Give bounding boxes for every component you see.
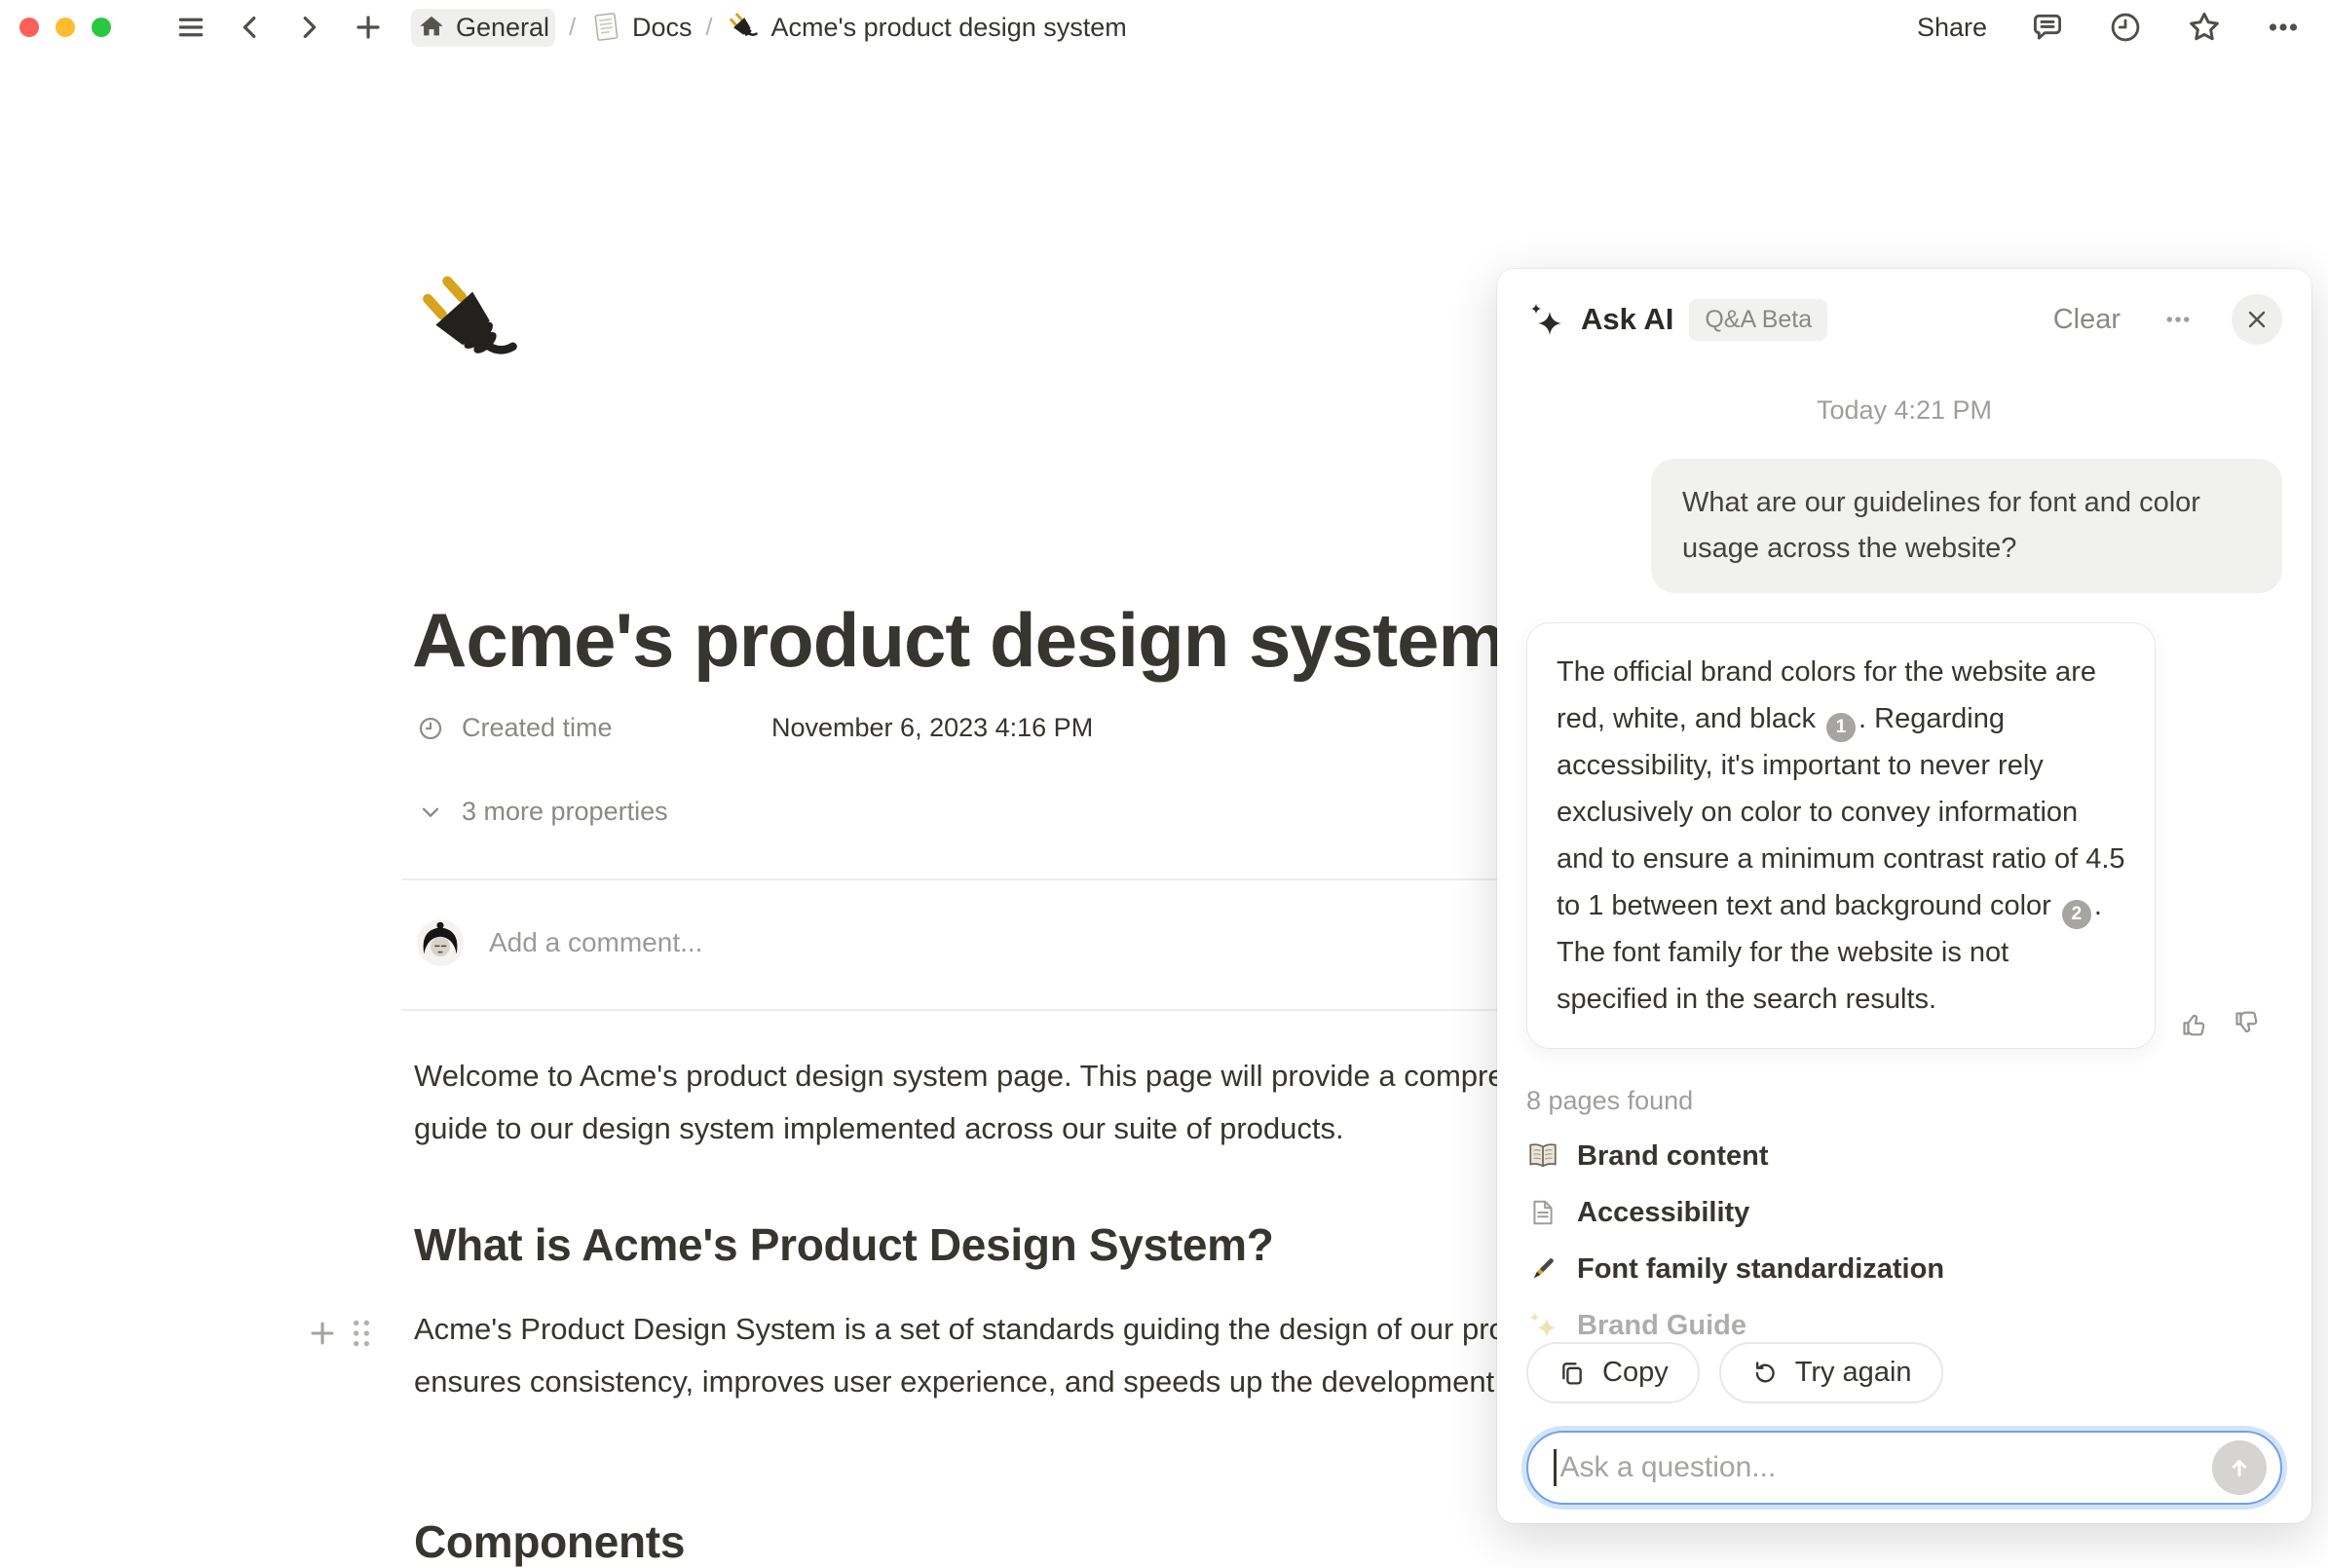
history-clock-icon[interactable] — [2108, 10, 2143, 45]
breadcrumb-separator: / — [704, 14, 715, 42]
pages-found-label: 8 pages found — [1526, 1086, 2282, 1116]
source-page-label: Brand content — [1577, 1140, 1769, 1173]
page-emoji-plug-icon[interactable] — [409, 265, 528, 384]
user-question-bubble: What are our guidelines for font and col… — [1651, 459, 2282, 593]
clock-icon — [417, 715, 444, 742]
text-caret — [1554, 1449, 1557, 1486]
what-paragraph: Acme's Product Design System is a set of… — [414, 1303, 1666, 1408]
traffic-lights — [19, 18, 111, 37]
answer-feedback — [2179, 1008, 2263, 1049]
breadcrumb-label: Acme's product design system — [770, 13, 1126, 43]
section-heading-components: Components — [414, 1515, 685, 1568]
add-comment-placeholder: Add a comment... — [489, 927, 702, 958]
chevron-down-icon — [417, 799, 444, 826]
add-block-icon[interactable] — [306, 1317, 339, 1350]
window-toolbar: General / Docs / Acme's product design s… — [0, 0, 2328, 55]
share-button[interactable]: Share — [1917, 13, 1987, 43]
source-page-label: Brand Guide — [1577, 1310, 1746, 1342]
ai-sparkle-icon — [1526, 300, 1565, 339]
more-options-icon[interactable] — [2266, 10, 2301, 45]
thumbs-down-icon[interactable] — [2232, 1008, 2263, 1039]
source-page-label: Font family standardization — [1577, 1253, 1944, 1286]
retry-icon — [1750, 1359, 1780, 1388]
more-properties-toggle[interactable]: 3 more properties — [417, 797, 668, 827]
arrow-up-icon — [2226, 1454, 2253, 1481]
document-icon — [589, 11, 622, 44]
forward-icon[interactable] — [294, 13, 323, 42]
qa-beta-badge: Q&A Beta — [1689, 299, 1827, 341]
ai-answer-bubble: The official brand colors for the websit… — [1526, 622, 2156, 1049]
property-label: Created time — [462, 713, 771, 743]
ask-question-placeholder: Ask a question... — [1560, 1451, 2213, 1484]
divider — [402, 1009, 1671, 1011]
source-page-font-family[interactable]: Font family standardization — [1526, 1252, 2282, 1286]
close-panel-button[interactable] — [2232, 294, 2282, 345]
open-book-icon — [1526, 1139, 1559, 1173]
sidebar-menu-icon[interactable] — [175, 12, 207, 43]
ask-ai-title: Ask AI — [1581, 302, 1673, 337]
block-hover-controls — [306, 1317, 372, 1350]
source-page-list: Brand content Accessibility Font family … — [1526, 1139, 2282, 1342]
breadcrumb-label: General — [456, 13, 549, 43]
page-icon — [1526, 1196, 1559, 1229]
chat-timestamp: Today 4:21 PM — [1526, 395, 2282, 426]
more-properties-label: 3 more properties — [462, 797, 668, 827]
section-heading-what: What is Acme's Product Design System? — [414, 1218, 1274, 1271]
minimize-window-button[interactable] — [56, 18, 75, 37]
source-page-brand-content[interactable]: Brand content — [1526, 1139, 2282, 1173]
chat-thread: Today 4:21 PM What are our guidelines fo… — [1526, 345, 2282, 1494]
breadcrumb-separator: / — [567, 14, 578, 42]
drag-handle-icon[interactable] — [351, 1318, 372, 1349]
close-icon — [2245, 308, 2269, 331]
source-page-label: Accessibility — [1577, 1197, 1749, 1229]
close-window-button[interactable] — [19, 18, 39, 37]
user-avatar — [417, 919, 464, 966]
home-icon — [417, 13, 446, 42]
new-tab-icon[interactable] — [353, 12, 384, 43]
divider — [402, 878, 1671, 880]
property-value: November 6, 2023 4:16 PM — [771, 713, 1093, 743]
breadcrumb-item-current-page[interactable]: Acme's product design system — [726, 10, 1126, 45]
pen-icon — [1526, 1252, 1559, 1286]
copy-button[interactable]: Copy — [1526, 1342, 1700, 1403]
copy-label: Copy — [1602, 1357, 1669, 1389]
electric-plug-icon — [726, 10, 761, 45]
answer-actions: Copy Try again — [1526, 1342, 2282, 1403]
source-page-accessibility[interactable]: Accessibility — [1526, 1196, 2282, 1229]
try-again-button[interactable]: Try again — [1719, 1342, 1943, 1403]
breadcrumb-item-general[interactable]: General — [411, 9, 555, 47]
citation-badge-2[interactable]: 2 — [2062, 900, 2091, 929]
ask-ai-panel: Ask AI Q&A Beta Clear Today 4:21 PM What… — [1497, 269, 2311, 1523]
add-comment-row[interactable]: Add a comment... — [417, 919, 702, 966]
ask-ai-header: Ask AI Q&A Beta Clear — [1526, 294, 2282, 345]
try-again-label: Try again — [1795, 1357, 1912, 1389]
intro-paragraph: Welcome to Acme's product design system … — [414, 1050, 1666, 1155]
clear-button[interactable]: Clear — [2053, 304, 2121, 336]
ask-question-input[interactable]: Ask a question... — [1526, 1431, 2282, 1505]
citation-badge-1[interactable]: 1 — [1826, 713, 1856, 742]
source-page-brand-guide[interactable]: Brand Guide — [1526, 1309, 2282, 1342]
breadcrumb: General / Docs / Acme's product design s… — [411, 9, 1127, 47]
panel-more-options-icon[interactable] — [2163, 305, 2193, 334]
back-icon[interactable] — [236, 13, 265, 42]
breadcrumb-item-docs[interactable]: Docs — [589, 11, 693, 44]
copy-icon — [1558, 1359, 1587, 1388]
comments-icon[interactable] — [2030, 10, 2065, 45]
favorite-star-icon[interactable] — [2186, 9, 2223, 46]
breadcrumb-label: Docs — [632, 13, 693, 43]
zoom-window-button[interactable] — [92, 18, 111, 37]
property-created-time[interactable]: Created time November 6, 2023 4:16 PM — [417, 713, 1093, 743]
sparkles-icon — [1526, 1309, 1559, 1342]
send-button[interactable] — [2212, 1440, 2267, 1495]
thumbs-up-icon[interactable] — [2179, 1008, 2210, 1039]
